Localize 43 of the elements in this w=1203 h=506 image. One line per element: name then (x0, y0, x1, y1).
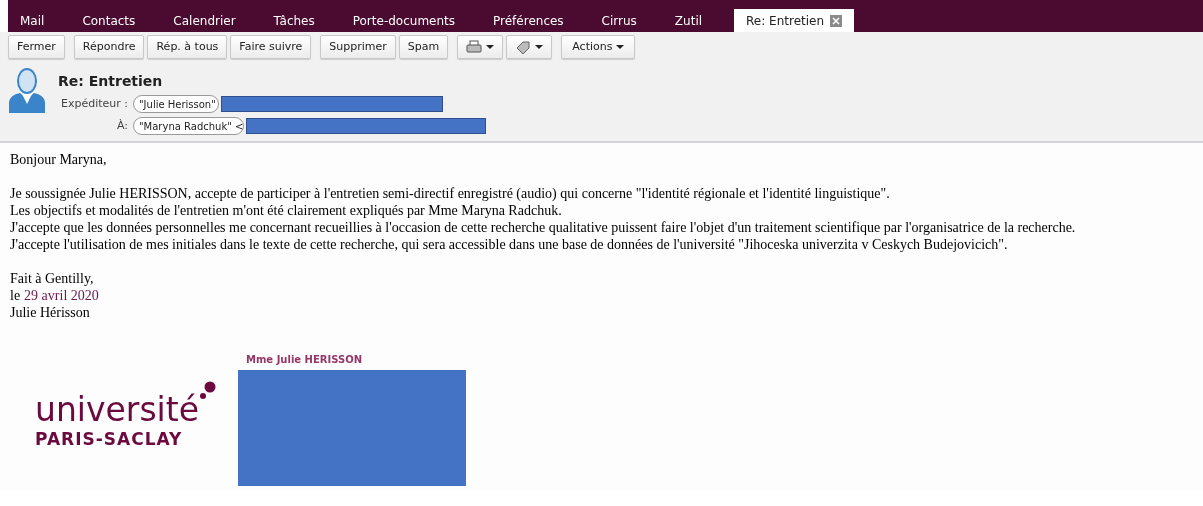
body-text: Bonjour Maryna, (10, 151, 107, 168)
tab[interactable]: Préférences (481, 9, 576, 32)
tab[interactable]: Cirrus (589, 9, 649, 32)
caret-icon (535, 45, 544, 49)
message-subject: Re: Entretien (58, 72, 164, 90)
field-label: Expéditeur : (59, 95, 128, 112)
body-text: J'accepte l'utilisation de mes initiales dans le texte de cette recherche, qui sera accessible dans une base de données de l'université "Jihoceska univerzita v Ceskych Budejovicich". (10, 236, 1008, 253)
toolbar-button[interactable]: Faire suivre (230, 35, 312, 59)
print-menu-button[interactable] (457, 35, 504, 59)
address-field[interactable]: "Maryna Radchuk" < (133, 117, 245, 135)
field-label: À: (115, 117, 128, 134)
tab[interactable]: Zutil (662, 9, 715, 32)
body-text: Fait à Gentilly, (10, 270, 94, 287)
menu-button[interactable]: Actions (561, 35, 636, 59)
caret-icon (486, 45, 495, 49)
toolbar-button[interactable]: Spam (398, 35, 449, 59)
tab[interactable]: Contacts (70, 9, 148, 32)
tab[interactable]: Mail (8, 9, 57, 32)
close-icon[interactable] (830, 14, 843, 27)
tag-icon (515, 40, 532, 54)
toolbar-button[interactable]: Fermer (8, 35, 65, 59)
toolbar-button[interactable]: Rép. à tous (147, 35, 228, 59)
tab[interactable]: Calendrier (161, 9, 248, 32)
tab[interactable]: Re: Entretien (734, 9, 855, 32)
body-text: Je soussignée Julie HERISSON, accepte de participer à l'entretien semi-directif enregistré (audio) qui concerne "l'identité régionale et l'identité linguistique". (10, 185, 890, 202)
date-link[interactable]: 29 avril 2020 (24, 287, 99, 304)
address-field[interactable]: "Julie Herisson" (133, 95, 219, 113)
toolbar-button[interactable]: Supprimer (320, 35, 396, 59)
body-text: Julie Hérisson (10, 304, 90, 321)
caret-icon (616, 45, 625, 49)
body-text: le (10, 287, 21, 304)
tab[interactable]: Tâches (261, 9, 327, 32)
tab[interactable]: Porte-documents (340, 9, 468, 32)
toolbar-button[interactable]: Répondre (73, 35, 145, 59)
tag-menu-button[interactable] (506, 35, 553, 59)
dots-icon (200, 381, 216, 401)
logo-subtitle: PARIS-SACLAY (35, 429, 183, 449)
logo-wordmark: université (35, 391, 199, 429)
signature-name: Mme Julie HERISSON (246, 353, 363, 366)
body-text: J'accepte que les données personnelles me concernant recueillies à l'occasion de cette recherche qualitative puissent faire l'objet d'un traitement scientifique par l'organisatrice de la recherche. (10, 219, 1076, 236)
printer-icon (466, 40, 483, 54)
body-text: Les objectifs et modalités de l'entretien m'ont été clairement expliqués par Mme Maryna Radchuk. (10, 202, 562, 219)
person-icon (8, 68, 46, 114)
